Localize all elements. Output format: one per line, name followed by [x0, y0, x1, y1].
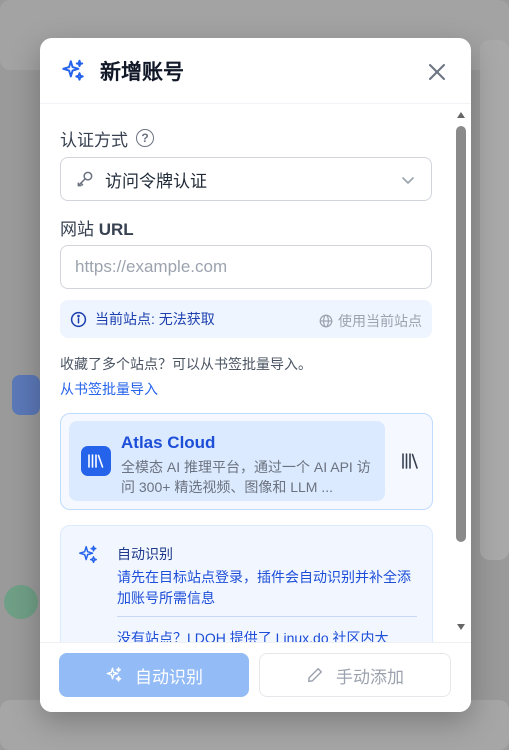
- background-element: [480, 40, 509, 560]
- library-icon: [88, 454, 104, 468]
- scrollbar-thumb[interactable]: [456, 126, 466, 542]
- divider: [117, 616, 417, 617]
- background-element: [4, 585, 38, 619]
- sparkle-icon: [62, 59, 84, 81]
- globe-icon: [319, 314, 333, 328]
- auto-detect-title: 自动识别: [117, 546, 173, 562]
- dialog-footer: 自动识别 手动添加: [40, 642, 471, 712]
- current-site-box: 当前站点: 无法获取 使用当前站点: [60, 300, 432, 338]
- bookmark-import-link[interactable]: 从书签批量导入: [60, 379, 158, 399]
- auto-detect-description: 请先在目标站点登录，插件会自动识别并补全添加账号所需信息: [117, 569, 411, 606]
- auth-method-value: 访问令牌认证: [105, 171, 207, 191]
- key-icon: [77, 171, 93, 187]
- site-card-atlas-cloud[interactable]: Atlas Cloud 全模态 AI 推理平台，通过一个 AI API 访问 3…: [69, 421, 385, 501]
- chevron-down-icon: [402, 177, 414, 184]
- manual-add-button-label: 手动添加: [336, 667, 404, 687]
- sparkle-icon: [79, 545, 97, 564]
- recommended-sites: Atlas Cloud 全模态 AI 推理平台，通过一个 AI API 访问 3…: [60, 413, 433, 510]
- site-url-label: 网站 URL: [60, 215, 452, 239]
- dialog-header: 新增账号: [40, 38, 471, 104]
- auth-method-select[interactable]: 访问令牌认证: [60, 157, 432, 201]
- use-current-site-label: 使用当前站点: [338, 313, 422, 329]
- help-icon[interactable]: ?: [136, 129, 154, 147]
- info-icon: [70, 311, 87, 327]
- atlas-cloud-logo: [81, 446, 111, 476]
- add-account-dialog: 新增账号 认证方式 ? 访问令牌认证 网站 URL https://exampl…: [40, 38, 471, 712]
- site-url-label-prefix: 网站: [60, 220, 99, 239]
- auto-detect-info: 自动识别 请先在目标站点登录，插件会自动识别并补全添加账号所需信息 没有站点？L…: [60, 525, 433, 642]
- site-url-input[interactable]: [60, 245, 432, 289]
- scroll-down-arrow[interactable]: [457, 624, 465, 630]
- dialog-body: 认证方式 ? 访问令牌认证 网站 URL https://example.com…: [40, 105, 471, 642]
- background-element: [12, 375, 40, 415]
- manual-add-button[interactable]: 手动添加: [259, 653, 451, 697]
- current-site-status: 当前站点: 无法获取: [95, 311, 215, 327]
- close-icon[interactable]: [427, 62, 447, 82]
- ldoh-hint: 没有站点？LDOH 提供了 Linux.do 社区内大: [117, 630, 389, 642]
- sparkle-icon: [106, 667, 122, 682]
- auto-detect-button[interactable]: 自动识别: [59, 653, 249, 697]
- site-card-name: Atlas Cloud: [121, 433, 216, 452]
- bookmark-hint: 收藏了多个站点？可以从书签批量导入。: [60, 356, 312, 372]
- auth-label-row: 认证方式 ?: [60, 127, 452, 150]
- scrollbar[interactable]: [455, 110, 467, 632]
- pencil-icon: [307, 667, 323, 683]
- site-url-label-strong: URL: [98, 220, 134, 239]
- use-current-site-button[interactable]: 使用当前站点: [319, 311, 422, 331]
- scroll-up-arrow[interactable]: [457, 112, 465, 118]
- auth-method-label: 认证方式: [60, 130, 128, 150]
- auto-detect-button-label: 自动识别: [135, 667, 203, 687]
- site-card-description: 全模态 AI 推理平台，通过一个 AI API 访问 300+ 精选视频、图像和…: [121, 459, 371, 495]
- dialog-title: 新增账号: [100, 60, 184, 84]
- library-icon[interactable]: [401, 452, 419, 470]
